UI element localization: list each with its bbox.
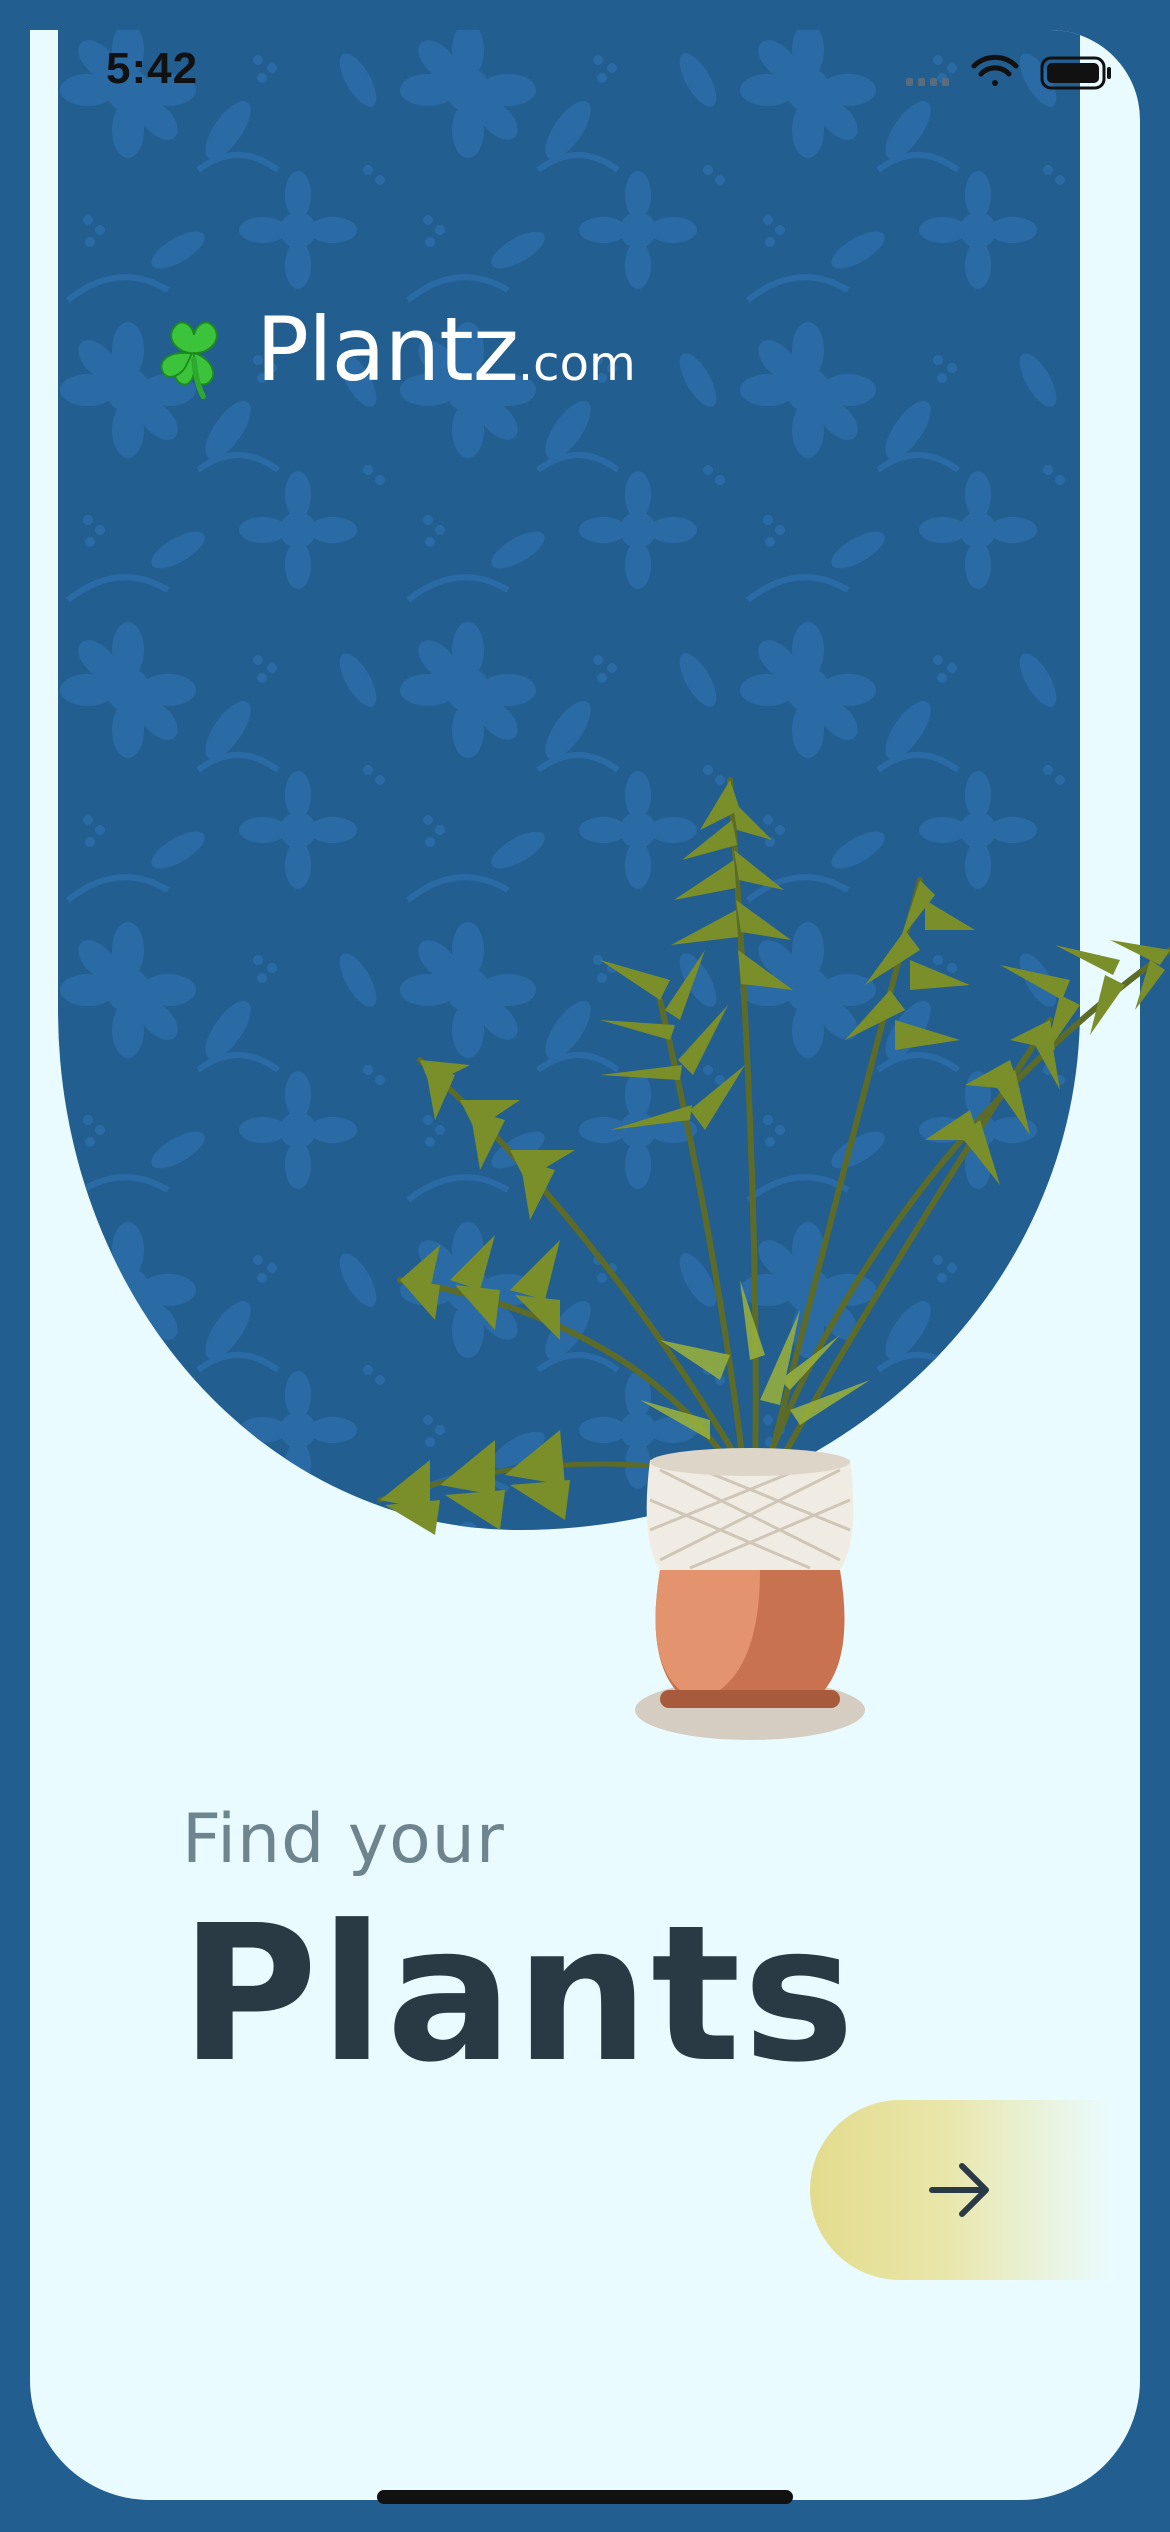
subtitle: Find your [182,1800,505,1879]
arrow-right-icon [929,2163,989,2217]
wifi-icon [971,54,1019,86]
left-edge [0,0,30,2532]
signal-icon [906,78,949,86]
brand-name: Plantz.com [256,300,636,414]
next-button[interactable] [810,2100,1110,2280]
status-icons [906,54,1111,90]
brand-name-suffix: .com [517,336,636,392]
clover-icon [160,321,218,400]
home-indicator[interactable] [377,2490,793,2504]
battery-icon [1040,56,1111,90]
page-title: Plants [180,1885,857,2104]
potted-palm-plant [377,777,1170,1740]
onboarding-screen: 5:42 Plantz.com Find your Plants [0,0,1170,2532]
brand-name-main: Plantz [256,298,519,401]
status-time: 5:42 [106,44,199,93]
